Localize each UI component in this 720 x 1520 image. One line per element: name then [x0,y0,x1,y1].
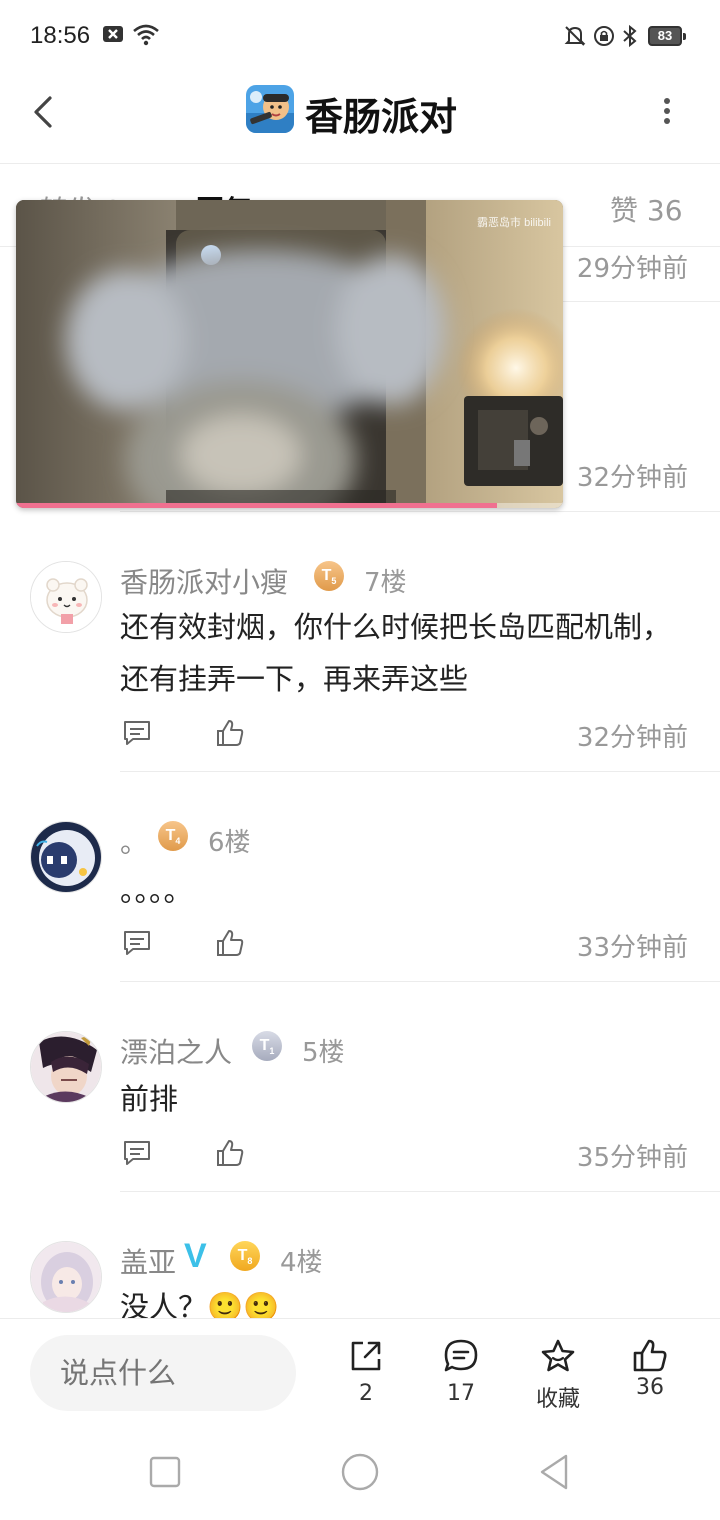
circle-icon [341,1453,379,1491]
like-count: 36 [636,1375,664,1400]
commenter-name[interactable]: 盖亚 [120,1241,176,1281]
floor-number: 7楼 [364,568,407,598]
avatar[interactable] [30,561,102,633]
title-bar: 香肠派对 [0,72,720,164]
video-progress-fill [16,503,498,508]
bottom-action-bar: 2 17 收藏 36 [0,1318,720,1430]
verified-badge: V [184,1237,207,1275]
star-icon [541,1339,575,1372]
triangle-back-icon [540,1454,568,1490]
status-time: 18:56 [30,22,91,49]
back-arrow-icon [34,96,52,128]
floor-number: 4楼 [280,1248,323,1278]
avatar[interactable] [30,1241,102,1313]
thumbs-up-icon [633,1339,667,1372]
like-icon[interactable] [214,927,246,959]
tab-likes[interactable]: 赞 36 [610,189,683,229]
comment-time: 32分钟前 [576,463,688,493]
video-frame [16,200,563,508]
divider [120,771,720,772]
reply-button[interactable]: 17 [421,1337,501,1406]
system-nav-bar [0,1430,720,1520]
comment-item[interactable]: 盖亚 V T8 4楼 没人？🙂🙂 [0,1191,720,1318]
floor-number: 6楼 [208,828,251,858]
share-icon [351,1341,381,1371]
recent-apps-button[interactable] [145,1452,185,1492]
reply-icon[interactable] [122,928,152,958]
comment-input[interactable] [30,1335,296,1411]
bluetooth-icon [620,24,640,52]
commenter-name[interactable]: 。 [120,821,148,861]
comment-text: 。。。。 [120,874,193,908]
status-bar: 18:56 83 [0,0,720,72]
system-back-button[interactable] [536,1452,576,1492]
comment-time: 35分钟前 [576,1143,688,1173]
divider [120,511,720,512]
more-options-button[interactable] [650,94,684,128]
reply-icon[interactable] [122,1138,152,1168]
avatar[interactable] [30,1031,102,1103]
like-icon[interactable] [214,1137,246,1169]
level-badge: T1 [252,1031,282,1061]
reply-count: 17 [447,1381,475,1406]
video-progress-bar[interactable] [16,503,563,508]
divider [120,981,720,982]
wifi-icon [132,24,160,50]
comment-time: 29分钟前 [576,254,688,284]
comment-text: 没人？🙂🙂 [120,1290,280,1318]
floor-number: 5楼 [302,1038,345,1068]
rotation-lock-icon [592,24,616,52]
like-button[interactable]: 36 [610,1337,690,1400]
level-badge: T4 [158,821,188,851]
comment-text: 还有效封烟，你什么时候把长岛匹配机制，还有挂弄一下，再来弄这些 [120,610,672,696]
battery-indicator: 83 [648,26,686,46]
video-watermark: 霸恶岛市 bilibili [477,217,551,229]
page-title: 香肠派对 [305,95,458,139]
floating-video-player[interactable]: 霸恶岛市 bilibili [16,200,563,508]
comment-time: 33分钟前 [576,933,688,963]
comment-text: 前排 [120,1082,179,1116]
comment-icon [444,1339,478,1372]
more-vertical-icon [664,98,670,124]
favorite-button[interactable]: 收藏 [518,1337,598,1413]
commenter-name[interactable]: 香肠派对小瘦 [120,561,288,601]
mute-bell-icon [563,24,587,52]
home-button[interactable] [340,1452,380,1492]
like-icon[interactable] [214,717,246,749]
reply-icon[interactable] [122,718,152,748]
square-icon [149,1456,181,1488]
share-button[interactable]: 2 [326,1337,406,1406]
share-count: 2 [359,1381,373,1406]
level-badge: T5 [314,561,344,591]
notification-x-icon [102,24,124,48]
app-logo [246,85,294,133]
commenter-name[interactable]: 漂泊之人 [120,1031,232,1071]
comment-time: 32分钟前 [576,723,688,753]
level-badge: T8 [230,1241,260,1271]
back-button[interactable] [22,90,66,134]
favorite-label: 收藏 [535,1387,580,1412]
avatar[interactable] [30,821,102,893]
